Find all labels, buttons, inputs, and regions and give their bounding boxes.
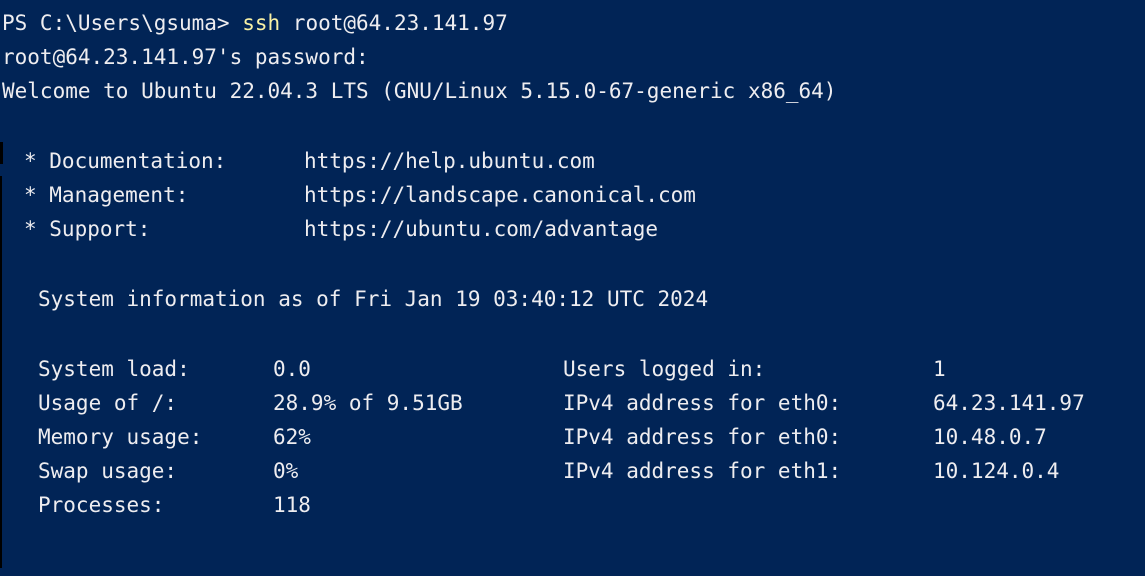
terminal-left-edge (0, 176, 2, 568)
link-key: * Support: (24, 217, 151, 241)
sysinfo-value2: 10.124.0.4 (933, 459, 1060, 483)
sysinfo-label: Processes: (38, 493, 165, 517)
sysinfo-value: 0.0 (273, 357, 311, 381)
link-row-support: * Support: https://ubuntu.com/advantage (0, 212, 1145, 246)
sysinfo-row: Memory usage: 62% IPv4 address for eth0: 10… (0, 420, 1145, 454)
terminal-window[interactable]: PS C:\Users\gsuma> ssh root@64.23.141.97… (0, 0, 1145, 576)
sysinfo-value: 0% (273, 459, 299, 483)
prompt-command: ssh (242, 11, 281, 35)
sysinfo-label2: IPv4 address for eth0: (563, 425, 842, 449)
sysinfo-header: System information as of Fri Jan 19 03:4… (38, 287, 709, 311)
link-row-documentation: * Documentation: https://help.ubuntu.com (0, 144, 1145, 178)
sysinfo-value2: 10.48.0.7 (933, 425, 1047, 449)
link-url[interactable]: https://help.ubuntu.com (304, 149, 595, 173)
terminal-cursor (0, 142, 3, 164)
sysinfo-label2: Users logged in: (563, 357, 766, 381)
sysinfo-value2: 64.23.141.97 (933, 391, 1085, 415)
sysinfo-row: Usage of /: 28.9% of 9.51GB IPv4 address f… (0, 386, 1145, 420)
sysinfo-value: 118 (273, 493, 311, 517)
link-row-management: * Management: https://landscape.canonical… (0, 178, 1145, 212)
prompt-line: PS C:\Users\gsuma> ssh root@64.23.141.97 (0, 6, 1145, 40)
sysinfo-value2: 1 (933, 357, 946, 381)
sysinfo-label: System load: (38, 357, 190, 381)
sysinfo-label: Memory usage: (38, 425, 203, 449)
link-url[interactable]: https://landscape.canonical.com (304, 183, 696, 207)
link-key: * Management: (24, 183, 189, 207)
sysinfo-row: System load: 0.0 Users logged in: 1 (0, 352, 1145, 386)
link-key: * Documentation: (24, 149, 227, 173)
sysinfo-value: 62% (273, 425, 311, 449)
sysinfo-label2: IPv4 address for eth0: (563, 391, 842, 415)
password-prompt: root@64.23.141.97's password: (2, 45, 369, 69)
sysinfo-label: Usage of /: (38, 391, 178, 415)
welcome-message: Welcome to Ubuntu 22.04.3 LTS (GNU/Linux… (2, 79, 837, 103)
sysinfo-row: Swap usage: 0% IPv4 address for eth1: 10.12… (0, 454, 1145, 488)
sysinfo-value: 28.9% of 9.51GB (273, 391, 463, 415)
sysinfo-row: Processes: 118 (0, 488, 1145, 522)
sysinfo-label: Swap usage: (38, 459, 178, 483)
prompt-args: root@64.23.141.97 (280, 11, 508, 35)
prompt-path: PS C:\Users\gsuma> (2, 11, 243, 35)
link-url[interactable]: https://ubuntu.com/advantage (304, 217, 658, 241)
sysinfo-label2: IPv4 address for eth1: (563, 459, 842, 483)
